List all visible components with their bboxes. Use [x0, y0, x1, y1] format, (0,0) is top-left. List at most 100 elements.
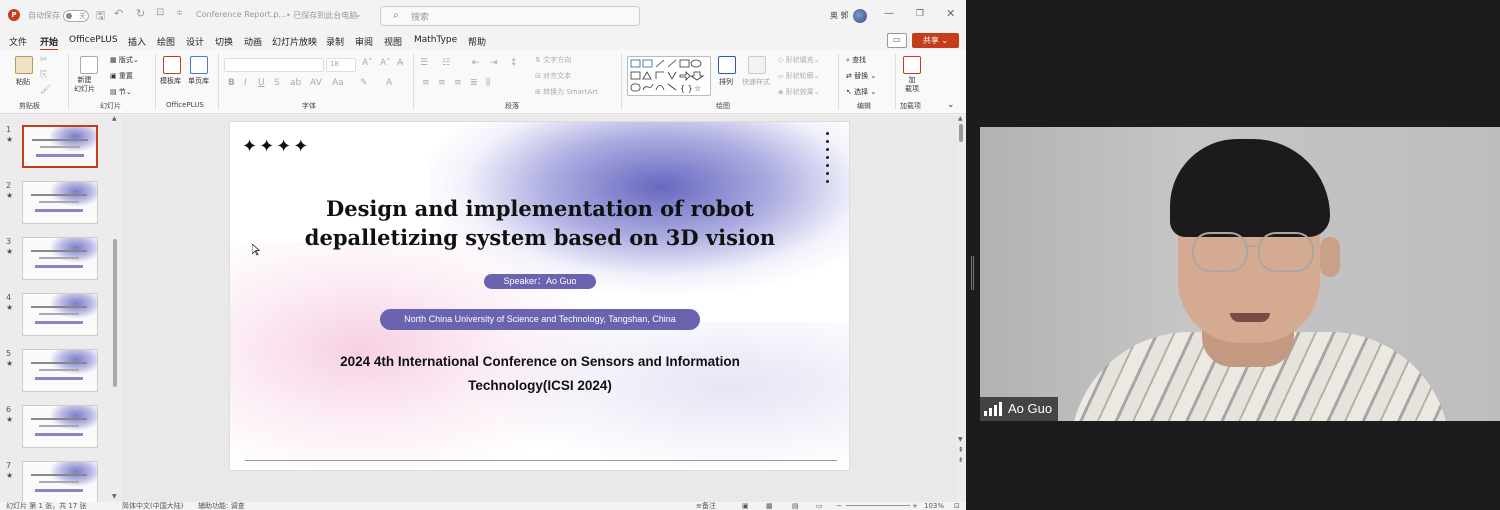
present-icon[interactable]: ⊡ — [156, 7, 164, 18]
slide-thumbnail[interactable] — [22, 293, 98, 336]
zoom-out-icon[interactable]: − — [836, 502, 842, 510]
zoom-in-icon[interactable]: + — [912, 502, 918, 510]
paste-icon[interactable] — [15, 56, 33, 74]
thumbnail-scrollbar[interactable] — [113, 239, 117, 387]
single-page-icon[interactable] — [190, 56, 208, 74]
slideshow-view-icon[interactable]: ▭ — [816, 502, 823, 510]
close-icon[interactable]: ✕ — [946, 7, 955, 20]
replace-button[interactable]: ⇄ 替换 ⌄ — [846, 71, 876, 81]
slide-thumbnail[interactable] — [22, 181, 98, 224]
zoom-slider[interactable] — [846, 505, 910, 506]
normal-view-icon[interactable]: ▣ — [742, 502, 749, 510]
layout-button[interactable]: ▦ 版式⌄ — [110, 55, 139, 65]
line-spacing-icon[interactable]: ↕ — [510, 58, 518, 68]
tab-home[interactable]: 开始 — [40, 35, 59, 51]
align-left-icon[interactable]: ≡ — [422, 78, 430, 88]
increase-indent-icon[interactable]: ⇥ — [490, 58, 498, 68]
restore-icon[interactable]: ❐ — [916, 9, 924, 19]
reading-view-icon[interactable]: ▤ — [792, 502, 799, 510]
save-status[interactable]: • 已保存到此台电脑 — [286, 10, 357, 21]
cut-icon[interactable]: ✂ — [40, 55, 48, 65]
justify-icon[interactable]: ≣ — [470, 78, 478, 88]
new-slide-icon[interactable] — [80, 56, 98, 74]
document-title[interactable]: Conference Report.p... — [196, 10, 286, 19]
format-painter-icon[interactable]: 🖌 — [40, 85, 51, 95]
affiliation-pill[interactable]: North China University of Science and Te… — [380, 309, 700, 330]
scroll-up-icon[interactable]: ▲ — [958, 115, 963, 122]
align-center-icon[interactable]: ≡ — [438, 78, 446, 88]
accessibility-status[interactable]: 辅助功能: 调查 — [198, 502, 245, 510]
tab-slideshow[interactable]: 幻灯片放映 — [272, 35, 317, 48]
shadow-icon[interactable]: ab — [290, 78, 301, 88]
tab-mathtype[interactable]: MathType — [414, 35, 457, 45]
numbering-icon[interactable]: ☷ — [442, 58, 450, 68]
sorter-view-icon[interactable]: ▦ — [766, 502, 773, 510]
char-spacing-icon[interactable]: AV — [310, 78, 322, 88]
tab-review[interactable]: 审阅 — [355, 35, 373, 48]
tab-transitions[interactable]: 切换 — [215, 35, 233, 48]
tab-design[interactable]: 设计 — [186, 35, 204, 48]
font-color-icon[interactable]: A — [386, 78, 392, 88]
align-right-icon[interactable]: ≡ — [454, 78, 462, 88]
autosave-toggle[interactable]: 关 — [63, 10, 89, 22]
minimize-icon[interactable]: — — [884, 8, 894, 19]
fit-slide-icon[interactable]: ⊡ — [954, 502, 960, 510]
undo-icon[interactable]: ↶ — [114, 7, 123, 20]
search-input[interactable]: 搜索 — [411, 10, 429, 23]
scroll-up-icon[interactable]: ▲ — [112, 115, 117, 122]
clear-format-icon[interactable]: A̶ — [397, 58, 403, 68]
arrange-icon[interactable] — [718, 56, 736, 74]
slide-thumbnail[interactable] — [22, 125, 98, 168]
addins-label[interactable]: 加 载项 — [905, 76, 919, 94]
speaker-pill[interactable]: Speaker：Ao Guo — [484, 274, 596, 289]
template-library-icon[interactable] — [163, 56, 181, 74]
tab-insert[interactable]: 插入 — [128, 35, 146, 48]
collapse-ribbon-icon[interactable]: ⌄ — [947, 100, 955, 110]
search-box[interactable]: ⌕ 搜索 — [380, 6, 640, 26]
language-indicator[interactable]: 简体中文(中国大陆) — [122, 502, 183, 510]
font-shrink-icon[interactable]: A˅ — [380, 58, 391, 68]
change-case-icon[interactable]: Aa — [332, 78, 344, 88]
user-name[interactable]: 奥 郭 — [830, 10, 849, 21]
highlight-icon[interactable]: ✎ — [360, 78, 368, 88]
strikethrough-icon[interactable]: S — [274, 78, 280, 88]
template-library-label[interactable]: 模板库 — [160, 76, 181, 86]
shapes-gallery[interactable]: { } ☆ — [627, 56, 711, 96]
text-direction-button[interactable]: ⇅ 文字方向 — [535, 55, 571, 65]
slide-thumbnail[interactable] — [22, 461, 98, 502]
slide-title[interactable]: Design and implementation of robot depal… — [270, 194, 810, 252]
chevron-down-icon[interactable]: ⌄ — [355, 10, 362, 19]
tab-record[interactable]: 录制 — [326, 35, 344, 48]
find-button[interactable]: ⌕ 查找 — [846, 55, 866, 65]
paste-label[interactable]: 粘贴 — [16, 77, 30, 87]
current-slide[interactable]: ✦✦✦✦ Design and implementation of robot … — [229, 121, 850, 471]
bullets-icon[interactable]: ☰ — [420, 58, 428, 68]
new-slide-label[interactable]: 新建 幻灯片 — [74, 76, 95, 94]
italic-icon[interactable]: I — [244, 78, 247, 88]
previous-slide-icon[interactable]: ⇞ — [958, 446, 964, 454]
section-button[interactable]: ▤ 节⌄ — [110, 87, 132, 97]
copy-icon[interactable]: ⎘ — [40, 70, 47, 80]
redo-icon[interactable]: ↻ — [136, 7, 145, 20]
zoom-level[interactable]: 103% — [924, 502, 944, 510]
tab-animations[interactable]: 动画 — [244, 35, 262, 48]
addins-icon[interactable] — [903, 56, 921, 74]
tab-view[interactable]: 视图 — [384, 35, 402, 48]
decrease-indent-icon[interactable]: ⇤ — [472, 58, 480, 68]
slide-thumbnail[interactable] — [22, 237, 98, 280]
scroll-down-icon[interactable]: ▼ — [112, 493, 117, 500]
save-icon[interactable]: 🖫 — [96, 7, 105, 26]
slide-thumbnail[interactable] — [22, 405, 98, 448]
columns-icon[interactable]: ⫼ — [486, 78, 490, 88]
font-name-field[interactable] — [224, 58, 324, 72]
resize-handle[interactable] — [971, 256, 974, 290]
share-button[interactable]: 共享 ⌄ — [912, 33, 959, 48]
arrange-label[interactable]: 排列 — [719, 77, 733, 87]
quick-styles-label[interactable]: 快速样式 — [742, 77, 770, 87]
tab-help[interactable]: 帮助 — [468, 35, 486, 48]
shape-fill-button[interactable]: ◇ 形状填充⌄ — [778, 55, 819, 65]
comments-button[interactable]: ▭ — [887, 33, 907, 48]
smartart-button[interactable]: ⊞ 转换为 SmartArt — [535, 87, 598, 97]
tab-draw[interactable]: 绘图 — [157, 35, 175, 48]
align-text-button[interactable]: ⊟ 对齐文本 — [535, 71, 571, 81]
